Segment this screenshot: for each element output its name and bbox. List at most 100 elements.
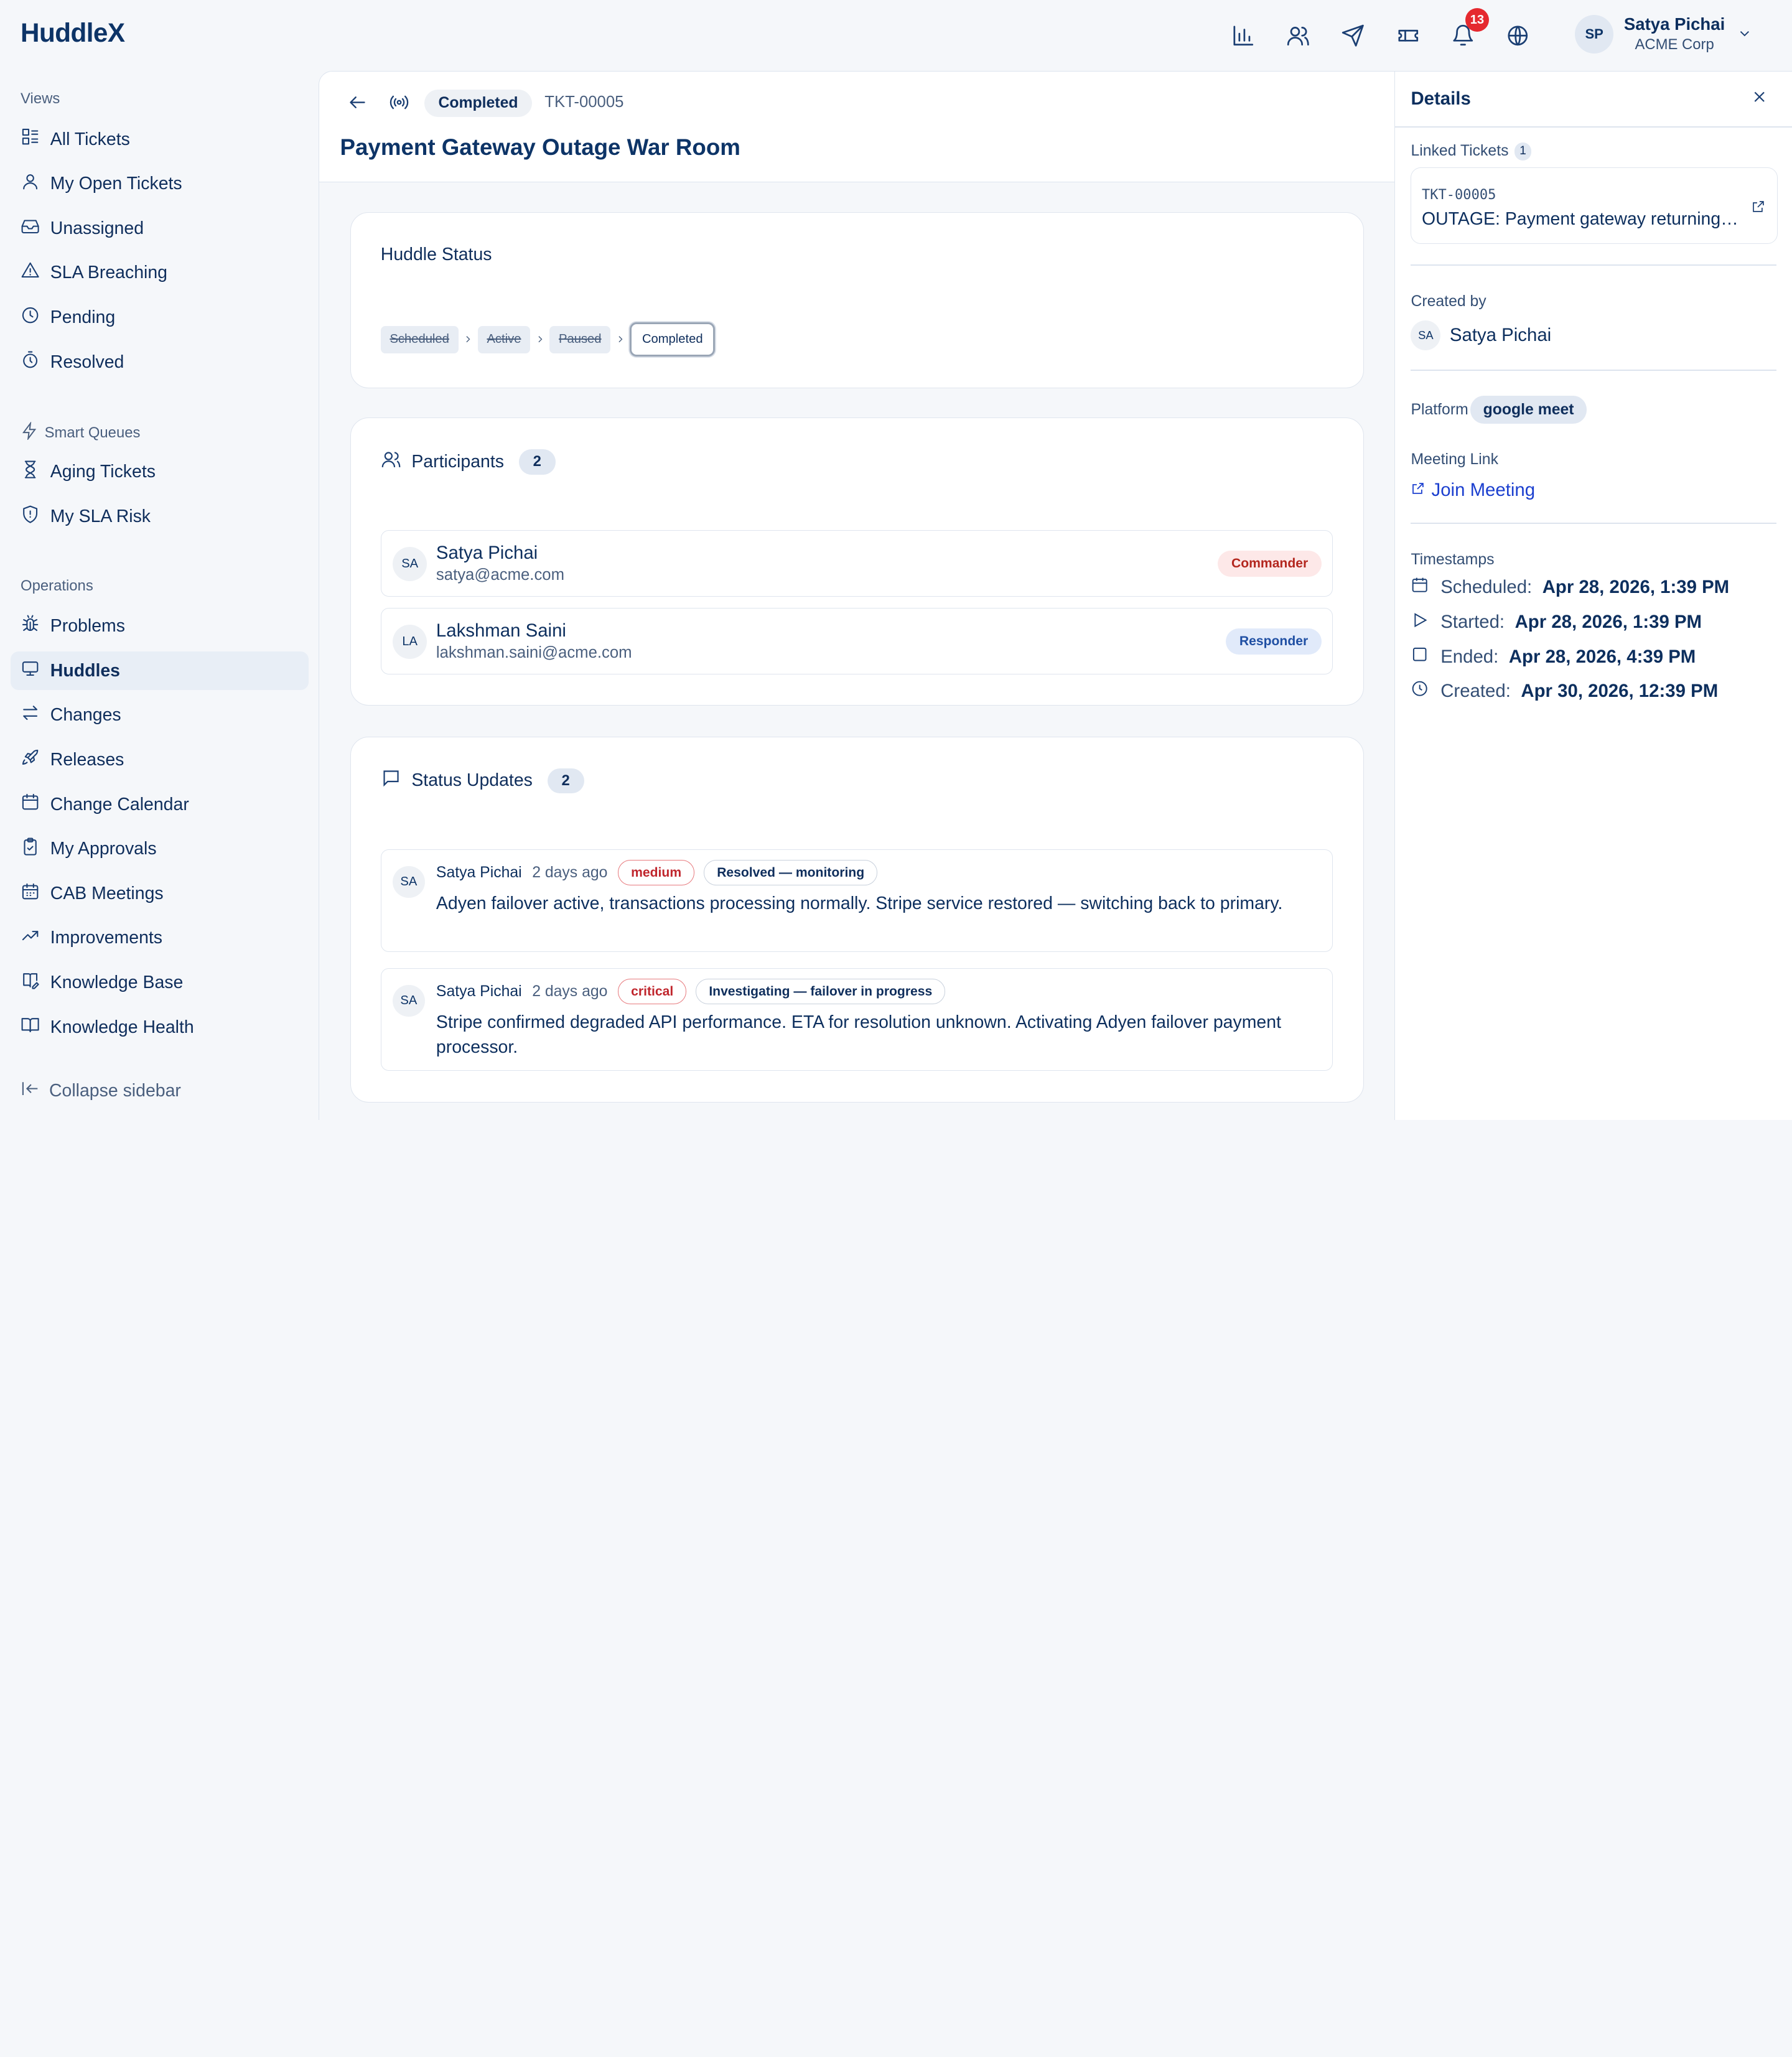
sidebar-item-resolved[interactable]: Resolved bbox=[11, 343, 309, 381]
sidebar-item-sla-breaching[interactable]: SLA Breaching bbox=[11, 254, 309, 292]
created-by-label: Created by bbox=[1411, 293, 1486, 310]
sidebar-item-changes[interactable]: Changes bbox=[11, 696, 309, 735]
sidebar-item-my-open-tickets[interactable]: My Open Tickets bbox=[11, 164, 309, 203]
clock-icon bbox=[1411, 679, 1440, 702]
participant-name: Lakshman Saini bbox=[436, 620, 566, 641]
back-arrow-icon[interactable] bbox=[347, 92, 370, 115]
collapse-left-icon bbox=[21, 1079, 49, 1103]
brand-logo[interactable]: HuddleX bbox=[21, 18, 125, 48]
sidebar-item-pending[interactable]: Pending bbox=[11, 298, 309, 337]
sidebar-item-my-approvals[interactable]: My Approvals bbox=[11, 829, 309, 868]
stop-icon bbox=[1411, 645, 1440, 668]
count-badge: 1 bbox=[1514, 142, 1532, 161]
participant-row[interactable]: SA Satya Pichai satya@acme.com Commander bbox=[380, 530, 1333, 597]
top-bar: HuddleX 13 SP Satya Pichai ACME Corp bbox=[0, 0, 1792, 71]
sidebar-item-unassigned[interactable]: Unassigned bbox=[11, 209, 309, 248]
clipboard-check-icon bbox=[21, 837, 40, 861]
status-updates-card: Status Updates 2 SA Satya Pichai 2 days … bbox=[350, 736, 1365, 1103]
user-menu[interactable]: SP Satya Pichai ACME Corp bbox=[1574, 14, 1755, 55]
bar-chart-icon[interactable] bbox=[1230, 22, 1257, 49]
platform-badge: google meet bbox=[1470, 396, 1587, 424]
join-meeting-link[interactable]: Join Meeting bbox=[1411, 480, 1535, 501]
ticket-id: TKT-00005 bbox=[544, 93, 624, 111]
avatar: SA bbox=[393, 865, 425, 898]
chevron-right-icon bbox=[459, 334, 478, 345]
update-status-badge: Investigating — failover in progress bbox=[696, 979, 946, 1004]
divider bbox=[1411, 523, 1777, 525]
avatar: SA bbox=[1411, 320, 1441, 351]
participant-row[interactable]: LA Lakshman Saini lakshman.saini@acme.co… bbox=[380, 608, 1333, 674]
participants-card: Participants 2 SA Satya Pichai satya@acm… bbox=[350, 417, 1365, 706]
card-title: Huddle Status bbox=[380, 245, 492, 265]
globe-icon[interactable] bbox=[1504, 22, 1531, 49]
users-icon bbox=[381, 449, 412, 475]
huddle-status-card: Huddle Status Scheduled Active Paused Co… bbox=[350, 212, 1365, 388]
creator: SA Satya Pichai bbox=[1411, 320, 1551, 351]
sidebar-item-cab-meetings[interactable]: CAB Meetings bbox=[11, 874, 309, 913]
step-completed[interactable]: Completed bbox=[630, 322, 716, 357]
linked-ticket-title: OUTAGE: Payment gateway returning errors bbox=[1421, 209, 1742, 230]
update-text: Stripe confirmed degraded API performanc… bbox=[436, 1012, 1281, 1058]
monitor-icon bbox=[21, 659, 40, 683]
huddle-header: Completed TKT-00005 Payment Gateway Outa… bbox=[319, 71, 1394, 183]
sidebar-item-all-tickets[interactable]: All Tickets bbox=[11, 120, 309, 159]
divider bbox=[1411, 370, 1777, 371]
send-icon[interactable] bbox=[1340, 22, 1367, 49]
update-author: Satya Pichai bbox=[436, 982, 522, 1000]
step-scheduled[interactable]: Scheduled bbox=[380, 325, 459, 353]
sidebar-item-knowledge-base[interactable]: Knowledge Base bbox=[11, 963, 309, 1002]
play-icon bbox=[1411, 611, 1440, 634]
ticket-icon[interactable] bbox=[1394, 22, 1422, 49]
sidebar-item-aging-tickets[interactable]: Aging Tickets bbox=[11, 452, 309, 491]
avatar: SA bbox=[393, 984, 425, 1017]
sidebar-item-improvements[interactable]: Improvements bbox=[11, 919, 309, 958]
status-update-item: SA Satya Pichai 2 days ago critical Inve… bbox=[380, 968, 1333, 1071]
rocket-icon bbox=[21, 748, 40, 772]
sidebar-item-problems[interactable]: Problems bbox=[11, 607, 309, 645]
chevron-down-icon bbox=[1737, 25, 1755, 43]
sidebar-item-releases[interactable]: Releases bbox=[11, 740, 309, 779]
update-time: 2 days ago bbox=[532, 982, 608, 1000]
bug-icon bbox=[21, 614, 40, 638]
sidebar-item-change-calendar[interactable]: Change Calendar bbox=[11, 785, 309, 824]
section-views: Views bbox=[21, 90, 60, 108]
sidebar-item-my-sla-risk[interactable]: My SLA Risk bbox=[11, 497, 309, 536]
step-paused[interactable]: Paused bbox=[549, 325, 611, 353]
update-text: Adyen failover active, transactions proc… bbox=[436, 893, 1283, 913]
update-status-badge: Resolved — monitoring bbox=[703, 860, 878, 885]
swap-icon bbox=[21, 703, 40, 727]
collapse-sidebar-button[interactable]: Collapse sidebar bbox=[21, 1079, 181, 1103]
chevron-right-icon bbox=[530, 334, 549, 345]
update-author: Satya Pichai bbox=[436, 864, 522, 881]
linked-ticket-card[interactable]: TKT-00005 OUTAGE: Payment gateway return… bbox=[1411, 167, 1778, 245]
calendar-icon bbox=[1411, 576, 1440, 599]
users-icon[interactable] bbox=[1284, 22, 1312, 49]
timestamp-started: Started: Apr 28, 2026, 1:39 PM bbox=[1411, 611, 1702, 634]
details-panel: Details Linked Tickets 1 TKT-00005 OUTAG… bbox=[1394, 70, 1792, 1120]
section-operations: Operations bbox=[21, 577, 93, 594]
sidebar-item-huddles[interactable]: Huddles bbox=[10, 651, 309, 691]
external-link-icon bbox=[1411, 480, 1431, 501]
timestamp-ended: Ended: Apr 28, 2026, 4:39 PM bbox=[1411, 645, 1696, 668]
details-title: Details bbox=[1411, 88, 1471, 110]
divider bbox=[1411, 264, 1777, 266]
trending-up-icon bbox=[21, 926, 40, 950]
user-icon bbox=[21, 172, 40, 196]
step-active[interactable]: Active bbox=[477, 325, 531, 353]
shield-icon bbox=[21, 505, 40, 529]
clock-icon bbox=[21, 306, 40, 330]
timestamp-scheduled: Scheduled: Apr 28, 2026, 1:39 PM bbox=[1411, 576, 1729, 599]
status-stepper: Scheduled Active Paused Completed bbox=[380, 322, 716, 357]
close-icon[interactable] bbox=[1750, 88, 1773, 111]
sidebar-item-knowledge-health[interactable]: Knowledge Health bbox=[11, 1008, 309, 1047]
avatar: SA bbox=[393, 547, 427, 582]
book-open-icon bbox=[21, 1015, 40, 1040]
calendar-grid-icon bbox=[21, 882, 40, 906]
section-smart-queues: Smart Queues bbox=[21, 421, 140, 444]
count-badge: 2 bbox=[547, 768, 584, 794]
list-icon bbox=[21, 127, 40, 151]
main-content: Completed TKT-00005 Payment Gateway Outa… bbox=[319, 70, 1394, 1120]
external-link-icon[interactable] bbox=[1751, 198, 1767, 214]
notification-badge: 13 bbox=[1465, 7, 1490, 32]
user-name: Satya Pichai bbox=[1623, 14, 1725, 34]
